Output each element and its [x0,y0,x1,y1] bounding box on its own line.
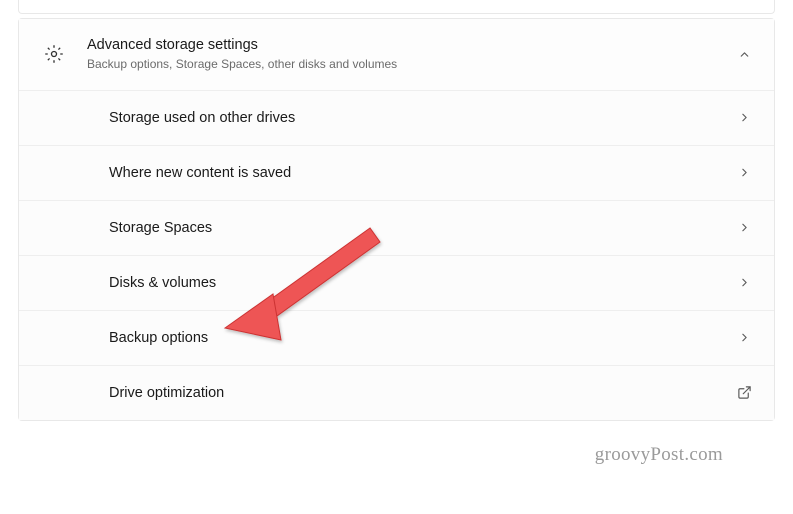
watermark-text: groovyPost.com [595,444,723,466]
chevron-right-icon [734,273,754,293]
disks-volumes-item[interactable]: Disks & volumes [19,255,774,310]
item-label: Storage Spaces [109,220,734,236]
header-subtitle: Backup options, Storage Spaces, other di… [87,56,734,73]
storage-used-other-drives-item[interactable]: Storage used on other drives [19,90,774,145]
chevron-right-icon [734,163,754,183]
item-label: Storage used on other drives [109,110,734,126]
item-label: Backup options [109,330,734,346]
chevron-right-icon [734,108,754,128]
chevron-right-icon [734,328,754,348]
backup-options-item[interactable]: Backup options [19,310,774,365]
gear-icon [43,43,65,65]
external-link-icon [734,383,754,403]
chevron-right-icon [734,218,754,238]
item-label: Disks & volumes [109,275,734,291]
item-label: Drive optimization [109,385,734,401]
chevron-up-icon [734,44,754,64]
item-label: Where new content is saved [109,165,734,181]
storage-spaces-item[interactable]: Storage Spaces [19,200,774,255]
advanced-storage-settings-header[interactable]: Advanced storage settings Backup options… [19,19,774,90]
advanced-storage-settings-panel: Advanced storage settings Backup options… [18,18,775,421]
header-title: Advanced storage settings [87,36,734,55]
header-text-block: Advanced storage settings Backup options… [87,36,734,73]
previous-panel-edge [18,0,775,14]
where-new-content-saved-item[interactable]: Where new content is saved [19,145,774,200]
drive-optimization-item[interactable]: Drive optimization [19,365,774,420]
